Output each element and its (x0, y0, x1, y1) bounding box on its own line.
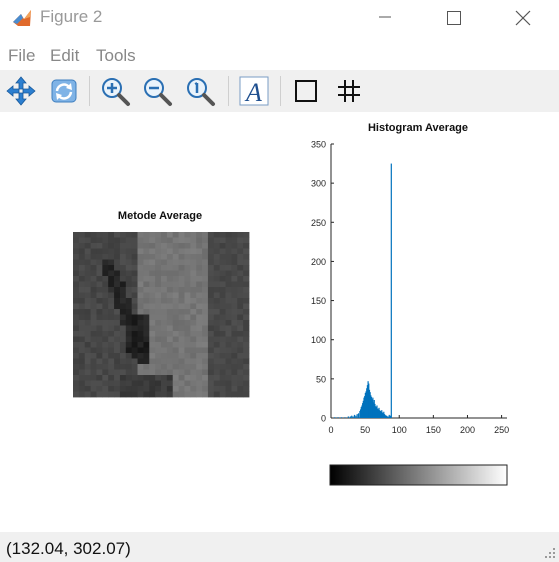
zoom-in-button[interactable] (98, 74, 132, 108)
y-tick-label: 50 (316, 374, 326, 384)
toolbar-separator (89, 76, 90, 106)
text-edit-icon: A (239, 76, 269, 107)
histogram-bar (356, 414, 358, 418)
histogram-bar (334, 417, 336, 418)
figure-svg: Metode Average Histogram Average 0 50 100 1… (73, 122, 509, 486)
zoom-out-icon (144, 78, 172, 106)
y-tick-label: 0 (321, 414, 326, 424)
x-tick-label: 250 (494, 425, 509, 435)
box-icon (295, 80, 317, 102)
y-tick-label: 350 (311, 140, 326, 150)
minimize-button[interactable] (362, 0, 408, 34)
rotate-button[interactable] (47, 74, 81, 108)
zoom-reset-button[interactable] (183, 74, 217, 108)
menu-edit[interactable]: Edit (50, 46, 79, 66)
x-tick-label: 50 (360, 425, 370, 435)
histogram-bar (340, 417, 343, 418)
menu-tools[interactable]: Tools (96, 46, 136, 66)
histogram-bar (349, 416, 351, 418)
maximize-button[interactable] (431, 0, 477, 34)
title-bar: Figure 2 (0, 0, 559, 36)
x-tick-label: 150 (426, 425, 441, 435)
minimize-icon (379, 16, 391, 18)
histogram-bar (352, 416, 354, 418)
box-button[interactable] (289, 74, 323, 108)
zoom-in-icon (102, 78, 130, 106)
zoom-reset-icon (187, 78, 215, 106)
matlab-figure-icon (10, 6, 34, 30)
y-tick-label: 300 (311, 179, 326, 189)
menu-file[interactable]: File (8, 46, 35, 66)
y-tick-label: 100 (311, 335, 326, 345)
histogram-bar (347, 416, 349, 418)
histogram-bar (353, 414, 356, 418)
menu-bar: File Edit Tools (0, 43, 559, 69)
toolbar-separator (280, 76, 281, 106)
x-tick-label: 200 (460, 425, 475, 435)
close-icon (515, 10, 531, 26)
resize-grip-icon[interactable] (544, 547, 556, 559)
svg-text:A: A (244, 78, 262, 107)
histogram-bar (357, 413, 360, 418)
y-tick-label: 250 (311, 218, 326, 228)
pan-button[interactable] (4, 74, 38, 108)
grid-icon (338, 80, 360, 102)
histogram-title: Histogram Average (368, 122, 468, 134)
status-bar: (132.04, 302.07) (0, 532, 559, 562)
grid-button[interactable] (332, 74, 366, 108)
histogram-bar (337, 417, 339, 418)
gray-colorbar (329, 464, 508, 486)
y-tick-label: 200 (311, 257, 326, 267)
metode-average-image (73, 232, 250, 398)
histogram-axes: 0 50 100 150 200 250 300 350 0 50 100 150 200 250 (311, 140, 509, 436)
histogram-bar (351, 415, 353, 418)
x-tick-label: 0 (328, 425, 333, 435)
x-tick-label: 100 (392, 425, 407, 435)
zoom-out-button[interactable] (140, 74, 174, 108)
toolbar-separator (228, 76, 229, 106)
histogram-bar (344, 417, 346, 418)
rotate-icon (51, 79, 77, 103)
image-axes-title: Metode Average (118, 210, 202, 222)
close-button[interactable] (500, 0, 546, 34)
maximize-icon (447, 11, 461, 25)
histogram-bar (355, 415, 357, 418)
toolbar: A (0, 70, 559, 112)
text-edit-button[interactable]: A (237, 74, 271, 108)
pan-icon (6, 76, 36, 106)
y-tick-label: 150 (311, 296, 326, 306)
window-title: Figure 2 (40, 7, 103, 26)
figure-canvas[interactable]: Metode Average Histogram Average 0 50 100 1… (0, 112, 559, 532)
histogram-bar (390, 163, 392, 418)
cursor-coordinates: (132.04, 302.07) (6, 539, 131, 558)
